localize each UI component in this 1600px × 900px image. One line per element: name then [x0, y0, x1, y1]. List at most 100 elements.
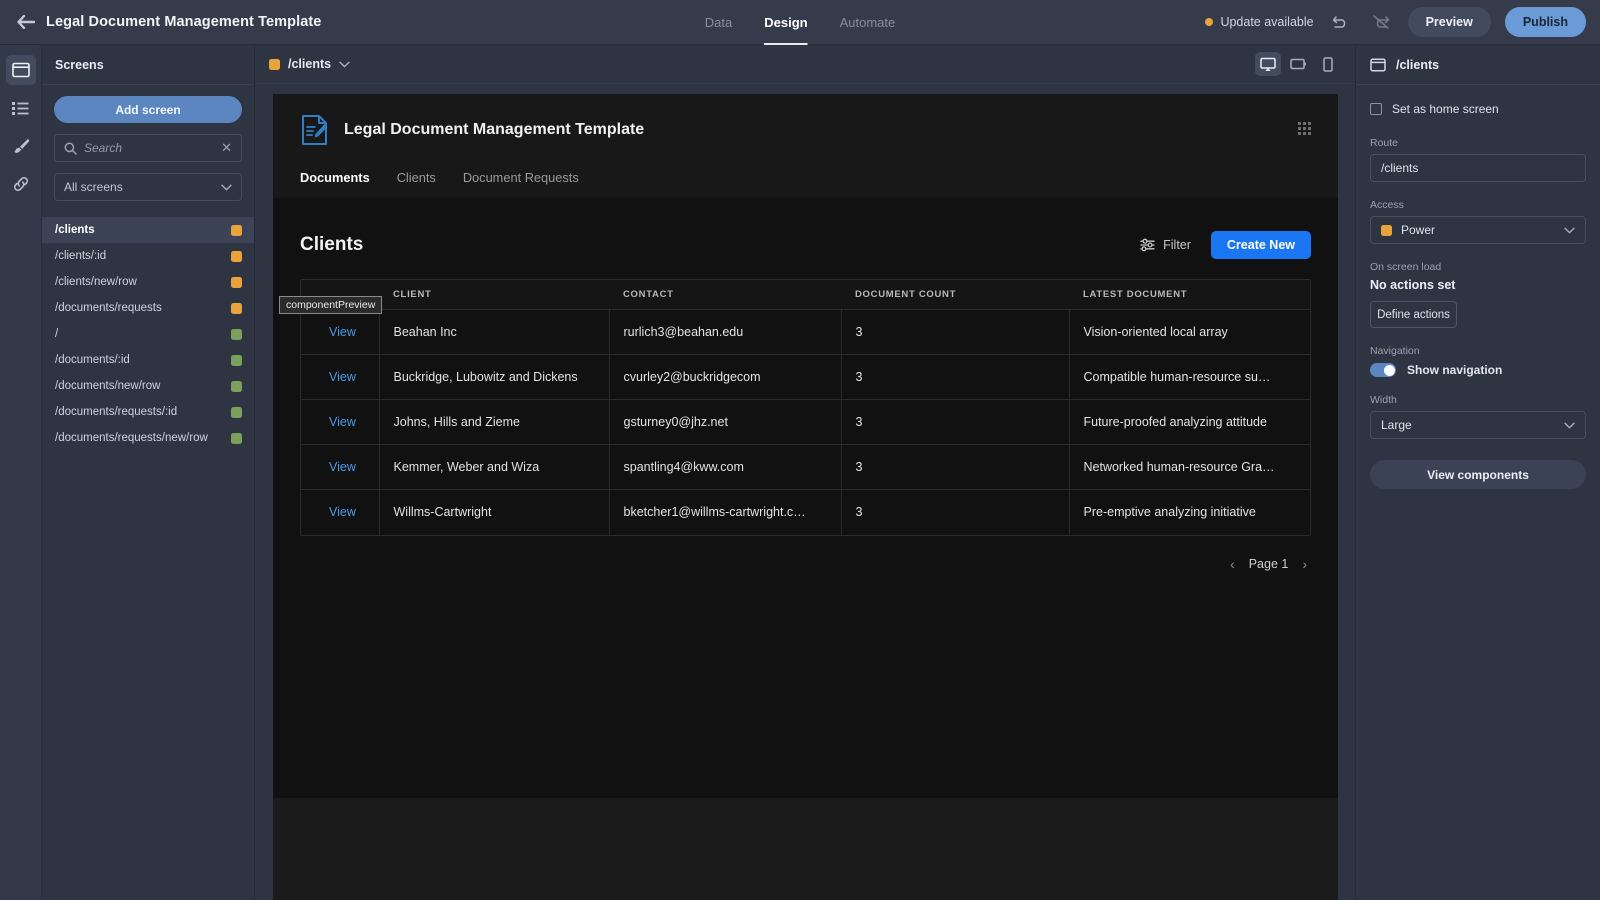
access-field-label: Access	[1370, 199, 1404, 211]
undo-icon[interactable]	[1328, 9, 1354, 35]
filter-button[interactable]: Filter	[1140, 238, 1191, 252]
row-latest-document: Future-proofed analyzing attitude	[1069, 399, 1310, 445]
app-tab-clients[interactable]: Clients	[397, 170, 436, 185]
clients-page-title: Clients	[300, 234, 364, 255]
onscreen-load-label: On screen load	[1370, 261, 1442, 273]
mobile-device-icon[interactable]	[1315, 52, 1341, 76]
filter-label: Filter	[1163, 238, 1191, 252]
screens-heading: Screens	[42, 45, 254, 85]
show-navigation-row[interactable]: Show navigation	[1370, 363, 1586, 377]
tablet-device-icon[interactable]	[1285, 52, 1311, 76]
row-latest-document: Compatible human-resource su…	[1069, 354, 1310, 400]
screen-color-swatch	[231, 302, 242, 314]
route-input[interactable]: /clients	[1370, 154, 1586, 182]
table-row[interactable]: View Willms-Cartwright bketcher1@willms-…	[301, 489, 1310, 535]
link-icon[interactable]	[6, 169, 36, 199]
row-latest-document: Vision-oriented local array	[1069, 309, 1310, 355]
define-actions-button[interactable]: Define actions	[1370, 301, 1457, 328]
width-value: Large	[1381, 418, 1412, 432]
screen-list-item[interactable]: /	[42, 321, 254, 347]
screen-route-label: /documents/requests/new/row	[55, 432, 208, 444]
update-available-button[interactable]: Update available	[1205, 15, 1314, 29]
show-navigation-toggle[interactable]	[1370, 363, 1396, 377]
screen-route-label: /clients/:id	[55, 250, 107, 262]
table-header-row: CLIENT CONTACT DOCUMENT COUNT LATEST DOC…	[301, 280, 1310, 310]
width-label: Width	[1370, 394, 1397, 406]
inspector-body: Set as home screen Route /clients Access…	[1356, 85, 1600, 489]
chevron-left-icon[interactable]: ‹	[1230, 556, 1235, 572]
list-icon[interactable]	[6, 93, 36, 123]
row-view-link[interactable]: View	[301, 354, 380, 400]
tab-data[interactable]: Data	[705, 0, 732, 45]
row-view-link[interactable]: View	[301, 309, 380, 355]
desktop-device-icon[interactable]	[1255, 52, 1281, 76]
screen-list-item[interactable]: /documents/requests/:id	[42, 399, 254, 425]
publish-button[interactable]: Publish	[1504, 7, 1586, 37]
table-row[interactable]: View Kemmer, Weber and Wiza spantling4@k…	[301, 444, 1310, 490]
view-components-button[interactable]: View components	[1370, 460, 1586, 489]
screen-route-label: /	[55, 328, 59, 340]
row-view-link[interactable]: View	[301, 489, 380, 535]
screen-list-item[interactable]: /documents/:id	[42, 347, 254, 373]
set-home-screen-label: Set as home screen	[1392, 102, 1499, 116]
table-row[interactable]: View Johns, Hills and Zieme gsturney0@jh…	[301, 399, 1310, 445]
create-new-button[interactable]: Create New	[1210, 231, 1311, 259]
back-arrow-icon[interactable]	[12, 8, 40, 36]
top-bar-actions: Update available Preview Publish	[1205, 7, 1586, 37]
canvas-route-label: /clients	[288, 57, 332, 71]
clear-search-icon[interactable]: ✕	[221, 140, 232, 156]
preview-button[interactable]: Preview	[1407, 7, 1491, 37]
redo-disabled-icon[interactable]	[1368, 9, 1394, 35]
screens-filter-select[interactable]: All screens	[54, 173, 242, 201]
screens-icon[interactable]	[5, 55, 36, 85]
screen-list-item[interactable]: /documents/new/row	[42, 373, 254, 399]
add-screen-button[interactable]: Add screen	[54, 96, 242, 123]
chevron-down-icon	[339, 61, 350, 68]
screen-list-item[interactable]: /clients/new/row	[42, 269, 254, 295]
row-document-count: 3	[841, 399, 1070, 445]
set-home-screen-checkbox[interactable]: Set as home screen	[1370, 98, 1586, 120]
search-input[interactable]: Search ✕	[54, 134, 242, 162]
device-toggle	[1255, 52, 1341, 76]
screen-color-swatch	[231, 406, 242, 418]
screen-color-swatch	[231, 432, 242, 444]
row-view-link[interactable]: View	[301, 399, 380, 445]
row-contact: cvurley2@buckridgecom	[609, 354, 842, 400]
table-head: CLIENT CONTACT DOCUMENT COUNT LATEST DOC…	[301, 280, 1310, 310]
width-select[interactable]: Large	[1370, 411, 1586, 439]
screen-list-item[interactable]: /clients	[42, 217, 254, 243]
row-client: Buckridge, Lubowitz and Dickens	[379, 354, 610, 400]
route-color-swatch	[269, 58, 280, 70]
screen-route-label: /clients/new/row	[55, 276, 137, 288]
row-latest-document: Pre-emptive analyzing initiative	[1083, 505, 1256, 520]
access-select[interactable]: Power	[1370, 216, 1586, 244]
screen-list-item[interactable]: /documents/requests/new/row	[42, 425, 254, 451]
canvas-route-selector[interactable]: /clients	[269, 57, 350, 71]
table-row[interactable]: View Beahan Inc rurlich3@beahan.edu 3 Vi…	[301, 309, 1310, 355]
screen-color-swatch	[231, 328, 242, 340]
screen-color-swatch	[231, 250, 242, 262]
screen-list-item[interactable]: /clients/:id	[42, 243, 254, 269]
screens-controls: Add screen Search ✕ All screens	[42, 85, 254, 211]
tab-automate[interactable]: Automate	[840, 0, 896, 45]
grid-dots-icon[interactable]	[1298, 122, 1311, 135]
update-dot-icon	[1205, 18, 1214, 26]
table-row[interactable]: View Buckridge, Lubowitz and Dickens cvu…	[301, 354, 1310, 400]
screen-color-swatch	[231, 224, 242, 236]
screen-color-swatch	[231, 380, 242, 392]
document-pen-icon	[300, 114, 330, 146]
screen-color-swatch	[231, 276, 242, 288]
screen-list-item[interactable]: /documents/requests	[42, 295, 254, 321]
chevron-down-icon	[221, 184, 232, 191]
tab-design[interactable]: Design	[764, 0, 808, 45]
paintbrush-icon[interactable]	[6, 131, 36, 161]
screens-panel: Screens Add screen Search ✕ All screens …	[42, 45, 255, 900]
app-tab-documents[interactable]: Documents	[300, 170, 370, 185]
component-preview-tooltip: componentPreview	[279, 296, 383, 314]
row-view-link[interactable]: View	[301, 444, 380, 490]
main-tabs: Data Design Automate	[705, 0, 895, 45]
icon-rail	[0, 45, 42, 900]
chevron-right-icon[interactable]: ›	[1302, 556, 1307, 572]
app-tab-document-requests[interactable]: Document Requests	[463, 170, 579, 185]
row-contact: gsturney0@jhz.net	[609, 399, 842, 445]
